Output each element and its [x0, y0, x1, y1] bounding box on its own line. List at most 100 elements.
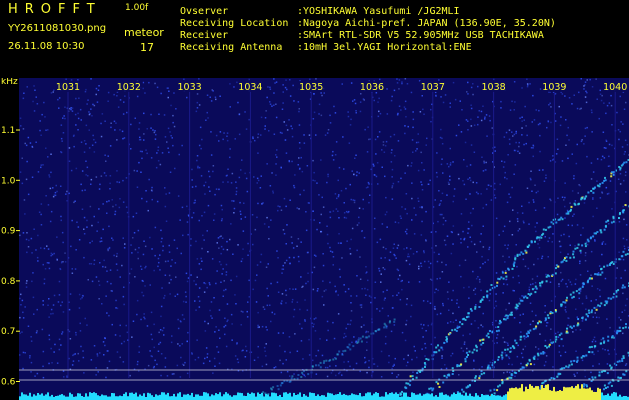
noise-speck: [222, 248, 225, 251]
noise-speck: [263, 308, 266, 310]
noise-speck: [285, 294, 288, 296]
noise-speck: [293, 373, 295, 375]
noise-speck: [286, 129, 289, 131]
noise-speck: [140, 318, 142, 321]
noise-speck: [251, 214, 254, 216]
noise-speck: [460, 347, 463, 349]
signal-point: [589, 277, 592, 280]
noise-speck: [223, 289, 225, 292]
signal-point: [409, 375, 412, 378]
noise-speck: [502, 336, 504, 339]
noise-speck: [90, 183, 92, 185]
x-tick-label: 1031: [56, 82, 80, 93]
noise-speck: [531, 310, 533, 313]
noise-speck: [501, 160, 503, 162]
noise-speck: [450, 252, 453, 255]
baseline-bar: [113, 393, 115, 400]
noise-speck: [253, 176, 255, 178]
noise-speck: [22, 317, 25, 319]
noise-speck: [218, 329, 220, 331]
noise-speck: [262, 306, 265, 308]
noise-speck: [482, 225, 484, 227]
baseline-bar: [545, 384, 547, 400]
noise-speck: [50, 313, 52, 315]
signal-point: [566, 327, 569, 330]
noise-speck: [398, 105, 401, 107]
noise-speck: [508, 129, 511, 131]
noise-speck: [177, 327, 180, 330]
noise-speck: [520, 362, 522, 365]
noise-speck: [282, 229, 285, 231]
noise-speck: [304, 299, 306, 301]
noise-speck: [110, 126, 112, 129]
baseline-bar: [463, 395, 465, 400]
noise-speck: [525, 125, 527, 127]
noise-speck: [382, 267, 384, 269]
noise-speck: [437, 289, 439, 292]
noise-speck: [564, 95, 566, 97]
noise-speck: [338, 268, 341, 271]
signal-point: [526, 362, 529, 365]
signal-point: [622, 163, 624, 166]
noise-speck: [407, 253, 410, 255]
noise-speck: [37, 171, 40, 173]
noise-speck: [62, 241, 64, 244]
noise-speck: [609, 180, 612, 182]
noise-speck: [100, 240, 103, 242]
noise-speck: [405, 364, 408, 367]
noise-speck: [282, 264, 284, 267]
noise-speck: [498, 234, 500, 236]
noise-speck: [377, 136, 379, 138]
noise-speck: [622, 205, 624, 208]
noise-speck: [449, 175, 451, 178]
baseline-bar: [85, 393, 87, 400]
noise-speck: [220, 245, 223, 248]
signal-point: [545, 318, 547, 321]
baseline-bar: [95, 393, 97, 400]
noise-speck: [207, 251, 209, 253]
noise-speck: [121, 130, 124, 133]
noise-speck: [74, 113, 77, 116]
signal-point: [560, 338, 563, 341]
noise-speck: [153, 346, 155, 349]
noise-speck: [68, 147, 71, 149]
noise-speck: [323, 304, 325, 306]
noise-speck: [90, 108, 92, 110]
baseline-bar: [417, 394, 419, 400]
noise-speck: [280, 167, 282, 169]
noise-speck: [452, 289, 454, 292]
noise-speck: [526, 134, 528, 137]
x-tick-label: 1038: [482, 82, 506, 93]
noise-speck: [503, 372, 505, 374]
noise-speck: [20, 293, 22, 296]
noise-speck: [87, 279, 89, 281]
signal-point: [534, 291, 537, 294]
noise-speck: [138, 351, 140, 353]
noise-speck: [203, 239, 205, 241]
noise-speck: [379, 112, 382, 115]
noise-speck: [92, 134, 94, 137]
noise-speck: [240, 213, 242, 215]
noise-speck: [418, 267, 420, 270]
noise-speck: [164, 274, 167, 276]
noise-speck: [423, 113, 425, 115]
noise-speck: [578, 297, 580, 300]
signal-point: [600, 302, 603, 305]
noise-speck: [106, 212, 108, 214]
noise-speck: [620, 121, 622, 123]
baseline-bar: [495, 395, 497, 400]
noise-speck: [285, 124, 288, 127]
noise-speck: [207, 322, 209, 325]
noise-speck: [316, 228, 318, 231]
signal-point: [511, 345, 514, 348]
y-tick-label: 0.8: [1, 277, 16, 287]
noise-speck: [601, 243, 603, 245]
noise-speck: [195, 110, 198, 113]
noise-speck: [231, 339, 233, 341]
noise-speck: [62, 117, 64, 119]
signal-point: [570, 326, 573, 329]
signal-point: [497, 329, 500, 332]
noise-speck: [448, 165, 450, 168]
signal-point: [303, 370, 305, 373]
noise-speck: [269, 103, 272, 105]
